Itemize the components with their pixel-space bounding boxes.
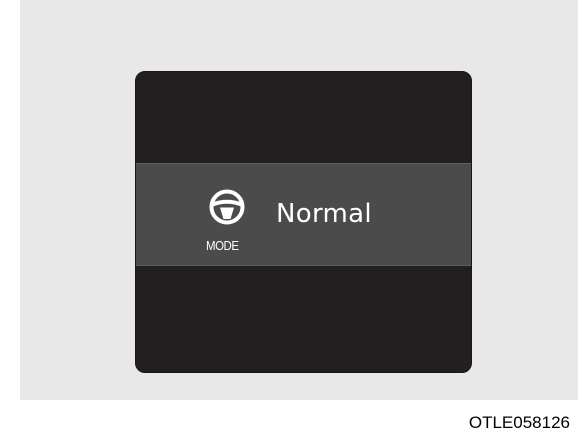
- drive-mode-value: Normal: [276, 199, 372, 229]
- drive-mode-band: MODE Normal: [136, 163, 471, 266]
- cluster-display: MODE Normal: [135, 71, 472, 373]
- steering-wheel-icon: [209, 189, 245, 225]
- mode-label: MODE: [206, 238, 239, 253]
- figure-code: OTLE058126: [468, 413, 570, 432]
